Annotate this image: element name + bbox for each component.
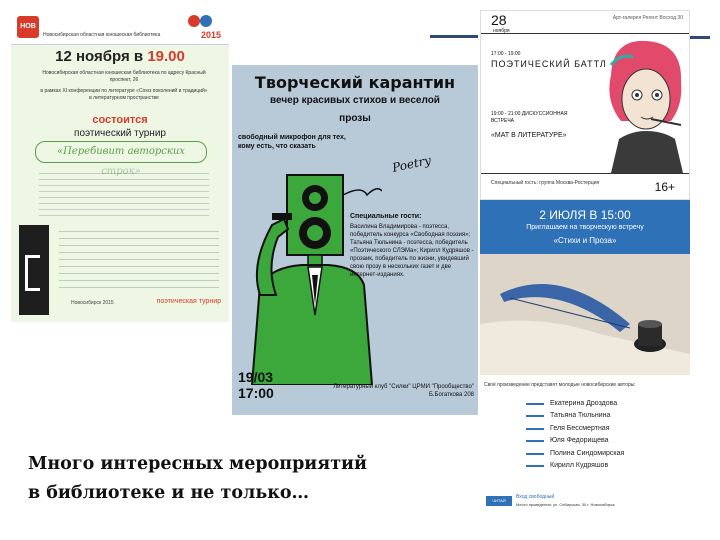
rules-text-block [39, 168, 209, 220]
soon-label: состоится [92, 114, 148, 126]
special-guests-heading: Специальные гости: [350, 213, 422, 220]
list-item: Геля Бессмертная [526, 423, 624, 435]
poster-footer: Специальный гость: группа Москва-Ростерц… [481, 173, 689, 199]
discussion-title: «МАТ В ЛИТЕРАТУРЕ» [491, 132, 567, 139]
poetry-word: Poetry [390, 153, 433, 175]
poster-header: 28 ноября Арт-галерея Регент Восход 30 [481, 11, 689, 34]
list-item: Татьяна Тюльнина [526, 410, 624, 422]
authors-intro: Своё произведение представят молодые нов… [484, 382, 636, 388]
authors-list: Екатерина Дроздова Татьяна Тюльнина Геля… [526, 398, 624, 472]
list-item: Екатерина Дроздова [526, 398, 624, 410]
open-mic-text: свободный микрофон для тех, кому есть, ч… [238, 134, 346, 150]
battle-time: 17:00 - 19:00 [491, 51, 521, 57]
organizer-text: Новосибирская областная юношеская библио… [43, 32, 161, 38]
project-text: в рамках XI конференции по литературе «С… [40, 88, 208, 101]
address-text: Новосибирская областная юношеская библио… [42, 70, 206, 83]
poster-authors-list: Своё произведение представят молодые нов… [480, 378, 698, 516]
caption-line-2: в библиотеке и не только… [28, 483, 310, 503]
tournament-label: поэтический турнир [74, 128, 166, 139]
hearts-icon [188, 15, 212, 27]
venue-text: Арт-галерея Регент Восход 30 [612, 15, 683, 21]
year-label: 2015 [200, 30, 221, 40]
poster-poetry-prose: 2 ИЮЛЯ В 15:00 Приглашаем на творческую … [480, 200, 690, 375]
battle-title: ПОЭТИЧЕСКИЙ БАТТЛ [491, 59, 607, 69]
list-item: Полина Синдомирская [526, 448, 624, 460]
poster-subtitle-2: прозы [339, 113, 371, 124]
event-date: 12 ноября в 19.00 [55, 48, 185, 65]
contacts-text-block [59, 225, 219, 293]
decor-line [430, 35, 478, 38]
event-date-time: 2 ИЮЛЯ В 15:00 [539, 208, 631, 222]
special-guest-text: Специальный гость: группа Москва-Ростерц… [491, 180, 600, 186]
special-guests-text: Василина Владимирова - поэтесса, победит… [350, 224, 474, 278]
event-date: 19/03 [238, 369, 274, 385]
slide-caption: Много интересных мероприятий в библиотек… [28, 450, 458, 508]
poster-creative-quarantine: Творческий карантин вечер красивых стихо… [232, 65, 478, 415]
venue-footer: Место проведения: ул. Сибирская, 30 г. Н… [516, 502, 615, 507]
invitation-text: Приглашаем на творческую встречу [526, 224, 644, 231]
footer-logo: поэтическая турнир [156, 298, 221, 305]
library-logo: НОВ [17, 16, 39, 38]
poster-poetry-battle: 28 ноября Арт-галерея Регент Восход 30 1… [480, 10, 690, 200]
poster-subtitle: вечер красивых стихов и веселой [270, 95, 440, 106]
event-day: 28 [491, 12, 507, 28]
list-item: Юля Федорищева [526, 435, 624, 447]
book-logo-icon [19, 225, 49, 315]
tournament-title: «Перебивит авторских строк» [35, 141, 207, 177]
discussion-text: 19:00 - 21:00 ДИСКУССИОННАЯ ВСТРЕЧА [491, 111, 568, 124]
quill-inkwell-illustration [480, 254, 690, 375]
club-address: Литературный клуб "Силки" ЦРМИ "Прообщес… [333, 384, 474, 398]
poster-banner: 2 ИЮЛЯ В 15:00 Приглашаем на творческую … [480, 200, 690, 254]
poster-header: НОВ Новосибирская областная юношеская би… [11, 10, 229, 45]
age-rating: 16+ [654, 180, 675, 194]
poster-poetry-tournament: НОВ Новосибирская областная юношеская би… [11, 10, 229, 322]
event-time: 19.00 [147, 48, 185, 65]
meeting-title: «Стихи и Проза» [553, 236, 617, 245]
store-logo: ЧИТАЙ ГОРОД [486, 496, 512, 513]
event-time: 17:00 [238, 385, 274, 401]
free-entry-label: Вход свободный [516, 494, 555, 500]
footer-city: Новосибирск 2015 [71, 300, 114, 306]
caption-line-1: Много интересных мероприятий [28, 454, 368, 474]
red-haired-woman-illustration [609, 40, 683, 173]
event-date-time: 19/03 17:00 [238, 369, 274, 401]
list-item: Кирилл Кудряшов [526, 460, 624, 472]
decor-line [690, 36, 710, 39]
event-month: ноября [493, 28, 510, 34]
poster-title: Творческий карантин [254, 73, 456, 92]
